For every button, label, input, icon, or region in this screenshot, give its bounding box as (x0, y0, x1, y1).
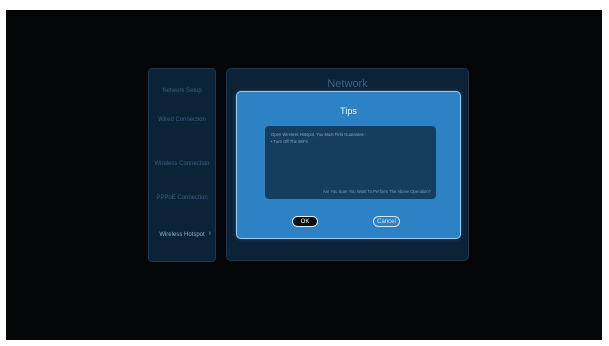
dialog-confirm-text: Are You Sure You Want To Perform The Abo… (322, 189, 431, 194)
sidebar-item-pppoe-connection[interactable]: PPPoE Connection (153, 185, 211, 211)
dialog-title: Tips (340, 106, 357, 116)
sidebar-title: Network Setup (162, 88, 202, 94)
sidebar-item-wireless-hotspot[interactable]: Wireless Hotspot › (153, 222, 211, 248)
chevron-right-icon: › (208, 230, 211, 237)
sidebar-item-label: PPPoE Connection (156, 195, 208, 201)
page-title: Network (327, 78, 368, 90)
tips-dialog: Tips Open Wireless Hotspot, You Must Fir… (236, 91, 461, 239)
sidebar-item-label: Wired Connection (158, 117, 206, 123)
dialog-message-box: Open Wireless Hotspot, You Must First Gu… (265, 126, 436, 199)
sidebar-item-wired-connection[interactable]: Wired Connection (153, 107, 211, 133)
network-sidebar: Network Setup Wired Connection Wireless … (148, 68, 216, 262)
dialog-message: Open Wireless Hotspot, You Must First Gu… (271, 132, 367, 137)
ok-button[interactable]: OK (292, 216, 318, 227)
sidebar-item-label: Wireless Hotspot (159, 232, 205, 238)
sidebar-item-label: Wireless Connection (154, 161, 210, 167)
sidebar-item-wireless-connection[interactable]: Wireless Connection (153, 151, 211, 177)
cancel-button[interactable]: Cancel (373, 216, 400, 227)
dialog-message-bullet: • Turn Off The WiFi! (271, 139, 308, 144)
